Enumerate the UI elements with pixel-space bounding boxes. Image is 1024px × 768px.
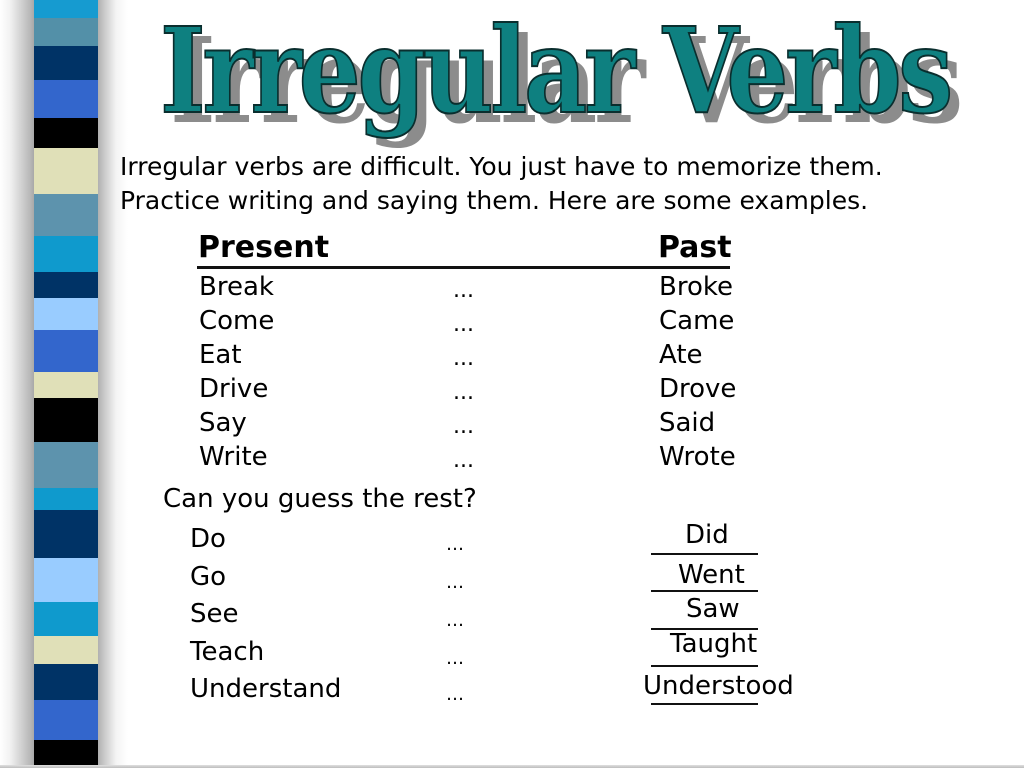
stripe xyxy=(34,488,98,511)
quiz-separator: … xyxy=(446,572,464,593)
quiz-separator: … xyxy=(446,684,464,705)
answer-blank-line xyxy=(651,553,758,555)
quiz-answer: Did xyxy=(685,520,729,550)
quiz-separator: … xyxy=(446,534,464,555)
example-past: Ate xyxy=(659,340,703,370)
stripe xyxy=(34,298,98,331)
stripe xyxy=(34,700,98,741)
example-separator: ... xyxy=(453,312,474,337)
decorative-stripe-bar xyxy=(34,0,98,768)
stripe xyxy=(34,80,98,119)
column-header-present: Present xyxy=(198,230,330,265)
quiz-present: Go xyxy=(190,562,227,592)
quiz-answer: Saw xyxy=(686,594,740,624)
stripe xyxy=(34,0,98,19)
example-past: Wrote xyxy=(659,442,736,472)
stripe xyxy=(34,372,98,399)
quiz-answer: Taught xyxy=(670,629,758,659)
answer-blank-line xyxy=(651,665,758,667)
quiz-present: Do xyxy=(190,524,226,554)
header-underline xyxy=(197,266,730,269)
example-present: Drive xyxy=(199,374,269,404)
intro-line-1: Irregular verbs are difficult. You just … xyxy=(120,152,883,181)
stripe xyxy=(34,18,98,47)
quiz-present: Teach xyxy=(190,637,265,667)
stripe xyxy=(34,442,98,489)
example-past: Broke xyxy=(659,272,733,302)
example-present: Say xyxy=(199,408,247,438)
example-separator: ... xyxy=(453,278,474,303)
intro-paragraph: Irregular verbs are difficult. You just … xyxy=(120,150,1000,218)
quiz-separator: … xyxy=(446,610,464,631)
example-separator: ... xyxy=(453,448,474,473)
column-header-past: Past xyxy=(658,230,732,265)
example-separator: ... xyxy=(453,346,474,371)
example-past: Came xyxy=(659,306,735,336)
quiz-answer: Understood xyxy=(643,671,794,701)
title-text: Irregular Verbs xyxy=(160,1,950,140)
stripe xyxy=(34,398,98,443)
slide-title: Irregular Verbs Irregular Verbs xyxy=(158,0,978,150)
guess-prompt: Can you guess the rest? xyxy=(163,484,477,514)
stripe xyxy=(34,46,98,81)
stripe xyxy=(34,148,98,195)
stripe xyxy=(34,236,98,273)
example-past: Drove xyxy=(659,374,737,404)
stripe xyxy=(34,602,98,637)
quiz-present: Understand xyxy=(190,674,342,704)
quiz-present: See xyxy=(190,599,239,629)
stripe xyxy=(34,194,98,237)
example-present: Come xyxy=(199,306,275,336)
example-present: Write xyxy=(199,442,268,472)
answer-blank-line xyxy=(651,590,758,592)
stripe xyxy=(34,558,98,603)
quiz-answer: Went xyxy=(678,560,745,590)
stripe xyxy=(34,510,98,559)
stripe xyxy=(34,740,98,768)
example-present: Break xyxy=(199,272,274,302)
stripe xyxy=(34,118,98,149)
stripe xyxy=(34,636,98,665)
example-separator: ... xyxy=(453,414,474,439)
stripe xyxy=(34,330,98,373)
stripe xyxy=(34,272,98,299)
stripe xyxy=(34,664,98,701)
quiz-separator: … xyxy=(446,648,464,669)
answer-blank-line xyxy=(651,703,758,705)
intro-line-2: Practice writing and saying them. Here a… xyxy=(120,186,869,215)
example-past: Said xyxy=(659,408,716,438)
example-separator: ... xyxy=(453,380,474,405)
example-present: Eat xyxy=(199,340,242,370)
